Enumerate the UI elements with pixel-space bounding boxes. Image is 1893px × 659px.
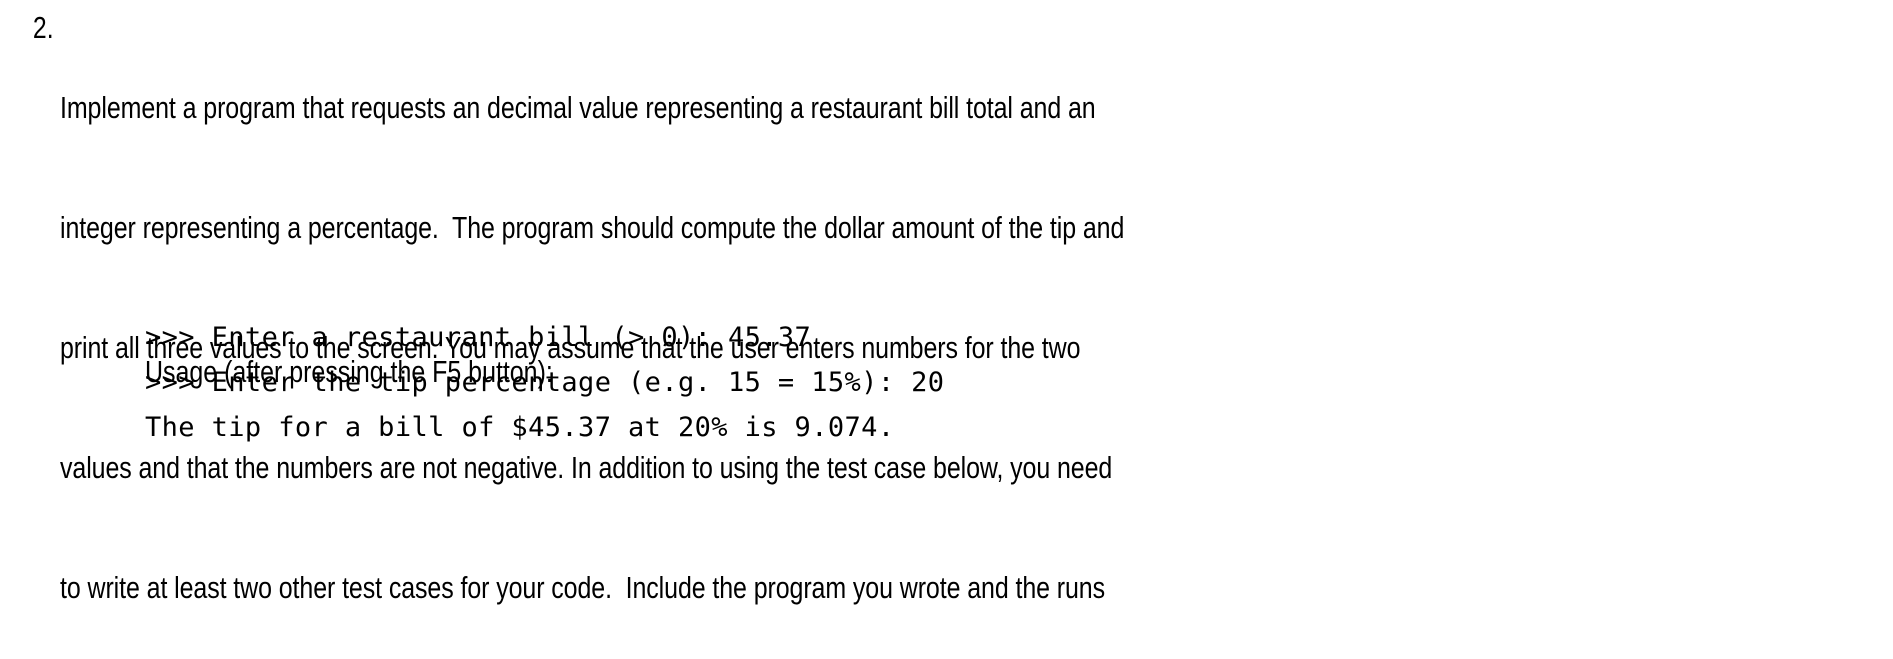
sample-run-code-block: >>> Enter a restaurant bill (> 0): 45.37…: [145, 315, 1745, 450]
paragraph-line: to write at least two other test cases f…: [60, 570, 1106, 605]
paragraph-line: Implement a program that requests an dec…: [60, 90, 1096, 125]
paragraph-line: integer representing a percentage. The p…: [60, 210, 1125, 245]
section-heading-grading: Grading: [0, 600, 161, 659]
list-item-number: 2.: [32, 10, 54, 45]
code-line-prompt-percentage: >>> Enter the tip percentage (e.g. 15 = …: [145, 367, 945, 398]
document-page: 2. Implement a program that requests an …: [0, 0, 1893, 659]
code-line-output-tip: The tip for a bill of $45.37 at 20% is 9…: [145, 412, 895, 443]
code-line-prompt-bill: >>> Enter a restaurant bill (> 0): 45.37: [145, 322, 812, 353]
